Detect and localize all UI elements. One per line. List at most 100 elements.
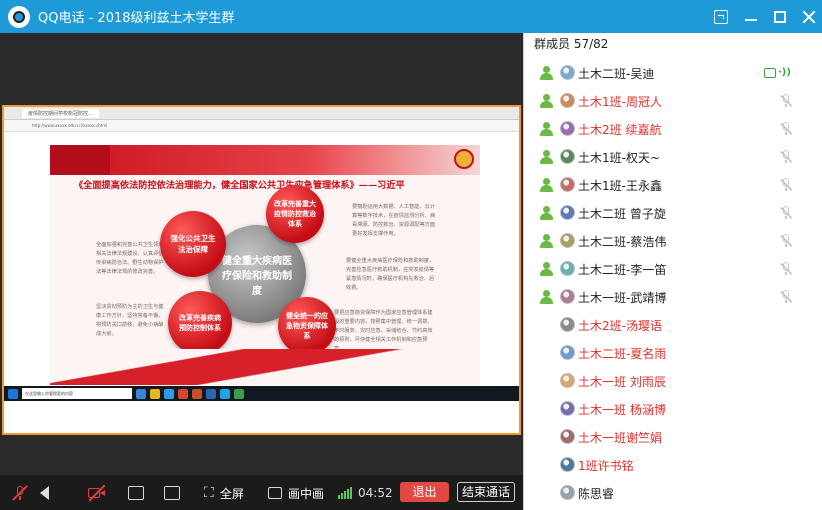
exit-button[interactable]: 退出: [400, 482, 449, 502]
mic-off-icon: [12, 485, 28, 501]
party-emblem-icon: [454, 149, 474, 169]
member-name: 土木一班谢竺娟: [578, 431, 663, 445]
circle-top-right: 改革完善重大疫情防控救治体系: [266, 185, 324, 243]
member-row[interactable]: 土木二班-蔡浩伟: [524, 227, 822, 255]
slide-right-text-1: 要鼓励运用大数据、人工智能、云计算等数字技术，在疫情监测分析、病毒溯源、防控救治…: [352, 204, 436, 237]
share-window-icon[interactable]: [714, 9, 728, 24]
signal-strength-icon: [338, 487, 352, 499]
member-name: 土木二班 曾子旋: [578, 207, 666, 221]
user-online-icon: [539, 122, 553, 136]
member-row[interactable]: 土木二班-吴迪 ·)): [524, 59, 822, 87]
fullscreen-button[interactable]: ⛶ 全屏: [204, 484, 244, 502]
presentation-slide: 《全面提高依法防控依法治理能力，健全国家公共卫生应急管理体系》——习近平 全面加…: [50, 145, 480, 385]
taskbar-wechat-icon: [234, 388, 244, 399]
member-name: 土木2班-汤璎语: [578, 319, 662, 333]
member-row[interactable]: 土木一班 杨涵博: [524, 395, 822, 423]
avatar[interactable]: [560, 261, 575, 276]
avatar[interactable]: [560, 429, 575, 444]
member-name: 土木二班-夏名雨: [578, 347, 667, 361]
member-row[interactable]: 土木1班-王永鑫: [524, 171, 822, 199]
screen-share-button[interactable]: [128, 484, 144, 502]
pip-icon: [268, 487, 282, 499]
call-status: 04:52: [338, 484, 393, 502]
member-row[interactable]: 土木一班-武靖博: [524, 283, 822, 311]
slide-headline: 《全面提高依法防控依法治理能力，健全国家公共卫生应急管理体系》——习近平: [74, 180, 405, 191]
flag-decoration: [50, 145, 110, 175]
mic-muted-icon: [779, 178, 793, 192]
mute-mic-button[interactable]: [12, 484, 28, 502]
presentation-button[interactable]: [164, 484, 180, 502]
shared-taskbar: 在这里输入你要搜索的内容: [4, 386, 519, 401]
avatar[interactable]: [560, 177, 575, 192]
avatar[interactable]: [560, 121, 575, 136]
mic-muted-icon: [779, 206, 793, 220]
close-button[interactable]: [802, 10, 816, 24]
avatar[interactable]: [560, 65, 575, 80]
user-online-icon: [539, 178, 553, 192]
taskbar-qq-icon: [220, 388, 230, 399]
taskbar-word-icon: [206, 388, 216, 399]
end-call-button[interactable]: 结束通话: [457, 482, 515, 502]
avatar[interactable]: [560, 457, 575, 472]
avatar[interactable]: [560, 233, 575, 248]
avatar[interactable]: [560, 401, 575, 416]
mic-muted-icon: [779, 94, 793, 108]
call-toolbar: ⛶ 全屏 画中画 04:52 退出 结束通话: [0, 475, 523, 510]
member-row[interactable]: 陈思睿: [524, 479, 822, 507]
speaker-button[interactable]: [40, 484, 49, 502]
qq-logo-icon: [8, 5, 30, 28]
member-row[interactable]: 土木二班-夏名雨: [524, 339, 822, 367]
mic-muted-icon: [779, 262, 793, 276]
member-name: 土木1班-周冠人: [578, 95, 662, 109]
browser-tab-bar: 疫情防控期间学校新冠防控...: [4, 107, 519, 120]
pip-button[interactable]: 画中画: [268, 484, 324, 502]
user-online-icon: [539, 206, 553, 220]
taskbar-folder-icon: [150, 388, 160, 399]
member-name: 土木2班 续嘉航: [578, 123, 662, 137]
member-row[interactable]: 土木二班-李一笛: [524, 255, 822, 283]
slide-right-text-2: 要健全重大疾病医疗保险和救助制度，完善应急医疗救助机制，在突发疫情等紧急情况时，…: [346, 258, 435, 291]
avatar[interactable]: [560, 485, 575, 500]
pip-label: 画中画: [288, 486, 325, 501]
fullscreen-label: 全屏: [219, 486, 244, 501]
avatar[interactable]: [560, 373, 575, 388]
avatar[interactable]: [560, 317, 575, 332]
shared-screen: 疫情防控期间学校新冠防控... http://www.xxxxx.edu.cn/…: [2, 105, 521, 435]
maximize-button[interactable]: [774, 10, 786, 23]
slide-left-text-1: 全面加强和完善公共卫生领域相关法律法规建设，认真评估传染病防治法、野生动物保护法…: [96, 242, 164, 275]
member-row[interactable]: 土木2班-汤璎语: [524, 311, 822, 339]
taskbar-browser-icon: [164, 388, 174, 399]
member-row[interactable]: 土木二班 曾子旋: [524, 199, 822, 227]
member-row[interactable]: 土木1班-权天~: [524, 143, 822, 171]
avatar[interactable]: [560, 345, 575, 360]
member-row[interactable]: 土木2班 续嘉航: [524, 115, 822, 143]
call-timer: 04:52: [358, 486, 393, 500]
camera-button[interactable]: [88, 484, 106, 502]
slide-header-band: [50, 145, 480, 175]
member-name: 土木二班-李一笛: [578, 263, 667, 277]
mic-muted-icon: [779, 150, 793, 164]
avatar[interactable]: [560, 289, 575, 304]
member-name: 土木1班-权天~: [578, 151, 661, 165]
members-panel: 群成员 57/82 土木二班-吴迪 ·)) 土木1班-周冠人 土木2班 续嘉航 土木1班…: [523, 33, 822, 510]
member-row[interactable]: 土木1班-周冠人: [524, 87, 822, 115]
avatar[interactable]: [560, 205, 575, 220]
mic-muted-icon: [779, 290, 793, 304]
minimize-button[interactable]: [744, 10, 758, 24]
member-name: 陈思睿: [578, 487, 615, 501]
taskbar-app-icon: [136, 388, 146, 399]
avatar[interactable]: [560, 93, 575, 108]
user-online-icon: [539, 66, 553, 80]
member-row[interactable]: 土木一班 刘雨辰: [524, 367, 822, 395]
member-row[interactable]: 1班许书铭: [524, 451, 822, 479]
user-online-icon: [539, 94, 553, 108]
user-online-icon: [539, 290, 553, 304]
avatar[interactable]: [560, 149, 575, 164]
windows-start-icon: [8, 388, 18, 399]
browser-tab: 疫情防控期间学校新冠防控...: [22, 108, 99, 118]
slide-left-text-2: 坚决贯彻预防为主的卫生与健康工作方针，坚持常备不懈，将预防关口前移，避免小病酿成…: [96, 304, 164, 337]
browser-address-bar: http://www.xxxxx.edu.cn/xxxxx.shtml: [4, 120, 519, 132]
member-row[interactable]: 土木一班谢竺娟: [524, 423, 822, 451]
window-title: QQ电话 - 2018级利兹土木学生群: [38, 11, 235, 26]
member-name: 土木1班-王永鑫: [578, 179, 662, 193]
